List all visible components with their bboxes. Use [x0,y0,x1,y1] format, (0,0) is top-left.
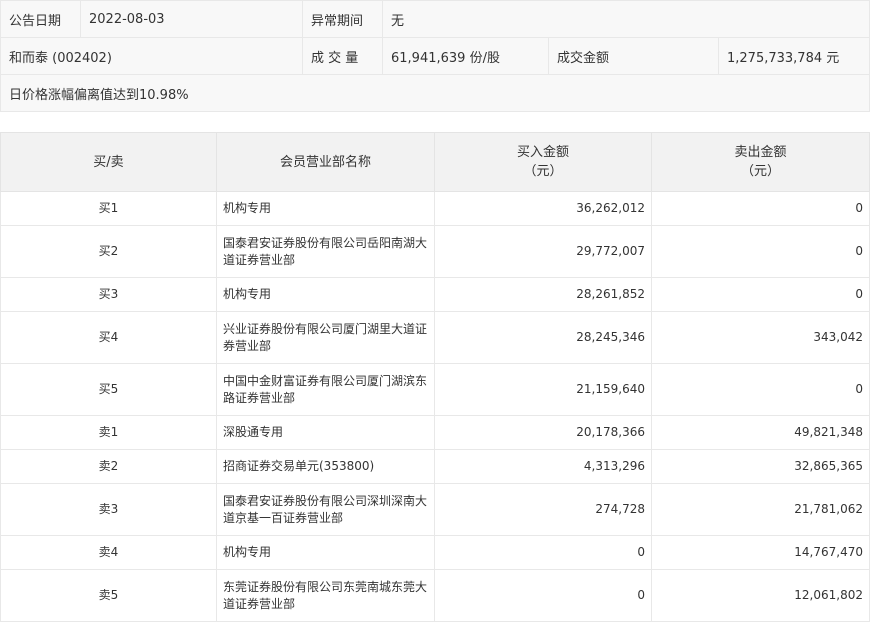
row-member: 深股通专用 [216,415,435,450]
table-row: 买1 机构专用 36,262,012 0 [0,191,870,226]
row-side: 买2 [0,225,217,278]
row-member: 兴业证券股份有限公司厦门湖里大道证券营业部 [216,311,435,364]
table-row: 卖1 深股通专用 20,178,366 49,821,348 [0,415,870,450]
row-buy-amount: 28,261,852 [434,277,652,312]
amount-label: 成交金额 [548,37,719,75]
volume-label: 成 交 量 [302,37,383,75]
trade-detail-table: 买/卖 会员营业部名称 买入金额 （元） 卖出金额 （元） 买1 机构专用 36,2… [0,132,870,622]
row-buy-amount: 29,772,007 [434,225,652,278]
volume-value: 61,941,639 份/股 [382,37,549,75]
row-side: 买3 [0,277,217,312]
row-buy-amount: 20,178,366 [434,415,652,450]
row-buy-amount: 274,728 [434,483,652,536]
header-member: 会员营业部名称 [216,132,435,192]
table-row: 卖4 机构专用 0 14,767,470 [0,535,870,570]
table-row: 买3 机构专用 28,261,852 0 [0,277,870,312]
row-buy-amount: 28,245,346 [434,311,652,364]
row-sell-amount: 0 [651,191,870,226]
row-sell-amount: 14,767,470 [651,535,870,570]
row-member: 机构专用 [216,277,435,312]
row-sell-amount: 12,061,802 [651,569,870,622]
row-side: 买4 [0,311,217,364]
announce-date-value: 2022-08-03 [80,0,303,38]
row-member: 招商证券交易单元(353800) [216,449,435,484]
row-buy-amount: 0 [434,569,652,622]
row-side: 卖2 [0,449,217,484]
row-sell-amount: 0 [651,225,870,278]
table-row: 买4 兴业证券股份有限公司厦门湖里大道证券营业部 28,245,346 343,… [0,311,870,364]
row-sell-amount: 32,865,365 [651,449,870,484]
header-side: 买/卖 [0,132,217,192]
header-buy-amount: 买入金额 （元） [434,132,652,192]
row-side: 卖3 [0,483,217,536]
row-side: 卖5 [0,569,217,622]
stock-name: 和而泰 (002402) [0,37,303,75]
row-member: 国泰君安证券股份有限公司深圳深南大道京基一百证券营业部 [216,483,435,536]
table-row: 卖5 东莞证券股份有限公司东莞南城东莞大道证券营业部 0 12,061,802 [0,569,870,622]
table-row: 卖3 国泰君安证券股份有限公司深圳深南大道京基一百证券营业部 274,728 2… [0,483,870,536]
table-row: 卖2 招商证券交易单元(353800) 4,313,296 32,865,365 [0,449,870,484]
row-side: 卖1 [0,415,217,450]
row-sell-amount: 343,042 [651,311,870,364]
announce-date-label: 公告日期 [0,0,81,38]
table-row: 买5 中国中金财富证券有限公司厦门湖滨东路证券营业部 21,159,640 0 [0,363,870,416]
row-side: 买5 [0,363,217,416]
row-sell-amount: 0 [651,277,870,312]
row-member: 机构专用 [216,191,435,226]
row-side: 卖4 [0,535,217,570]
row-member: 中国中金财富证券有限公司厦门湖滨东路证券营业部 [216,363,435,416]
header-sell-amount: 卖出金额 （元） [651,132,870,192]
amount-value: 1,275,733,784 元 [717,37,870,75]
row-buy-amount: 36,262,012 [434,191,652,226]
abnormal-period-value: 无 [381,0,870,38]
row-buy-amount: 0 [434,535,652,570]
row-sell-amount: 49,821,348 [651,415,870,450]
abnormal-reason: 日价格涨幅偏离值达到10.98% [0,74,870,112]
row-sell-amount: 21,781,062 [651,483,870,536]
row-buy-amount: 21,159,640 [434,363,652,416]
row-buy-amount: 4,313,296 [434,449,652,484]
row-side: 买1 [0,191,217,226]
row-sell-amount: 0 [651,363,870,416]
row-member: 东莞证券股份有限公司东莞南城东莞大道证券营业部 [216,569,435,622]
row-member: 机构专用 [216,535,435,570]
table-row: 买2 国泰君安证券股份有限公司岳阳南湖大道证券营业部 29,772,007 0 [0,225,870,278]
row-member: 国泰君安证券股份有限公司岳阳南湖大道证券营业部 [216,225,435,278]
stock-info-table: 公告日期 2022-08-03 异常期间 无 和而泰 (002402) 成 交 … [0,0,870,112]
abnormal-period-label: 异常期间 [302,0,383,38]
